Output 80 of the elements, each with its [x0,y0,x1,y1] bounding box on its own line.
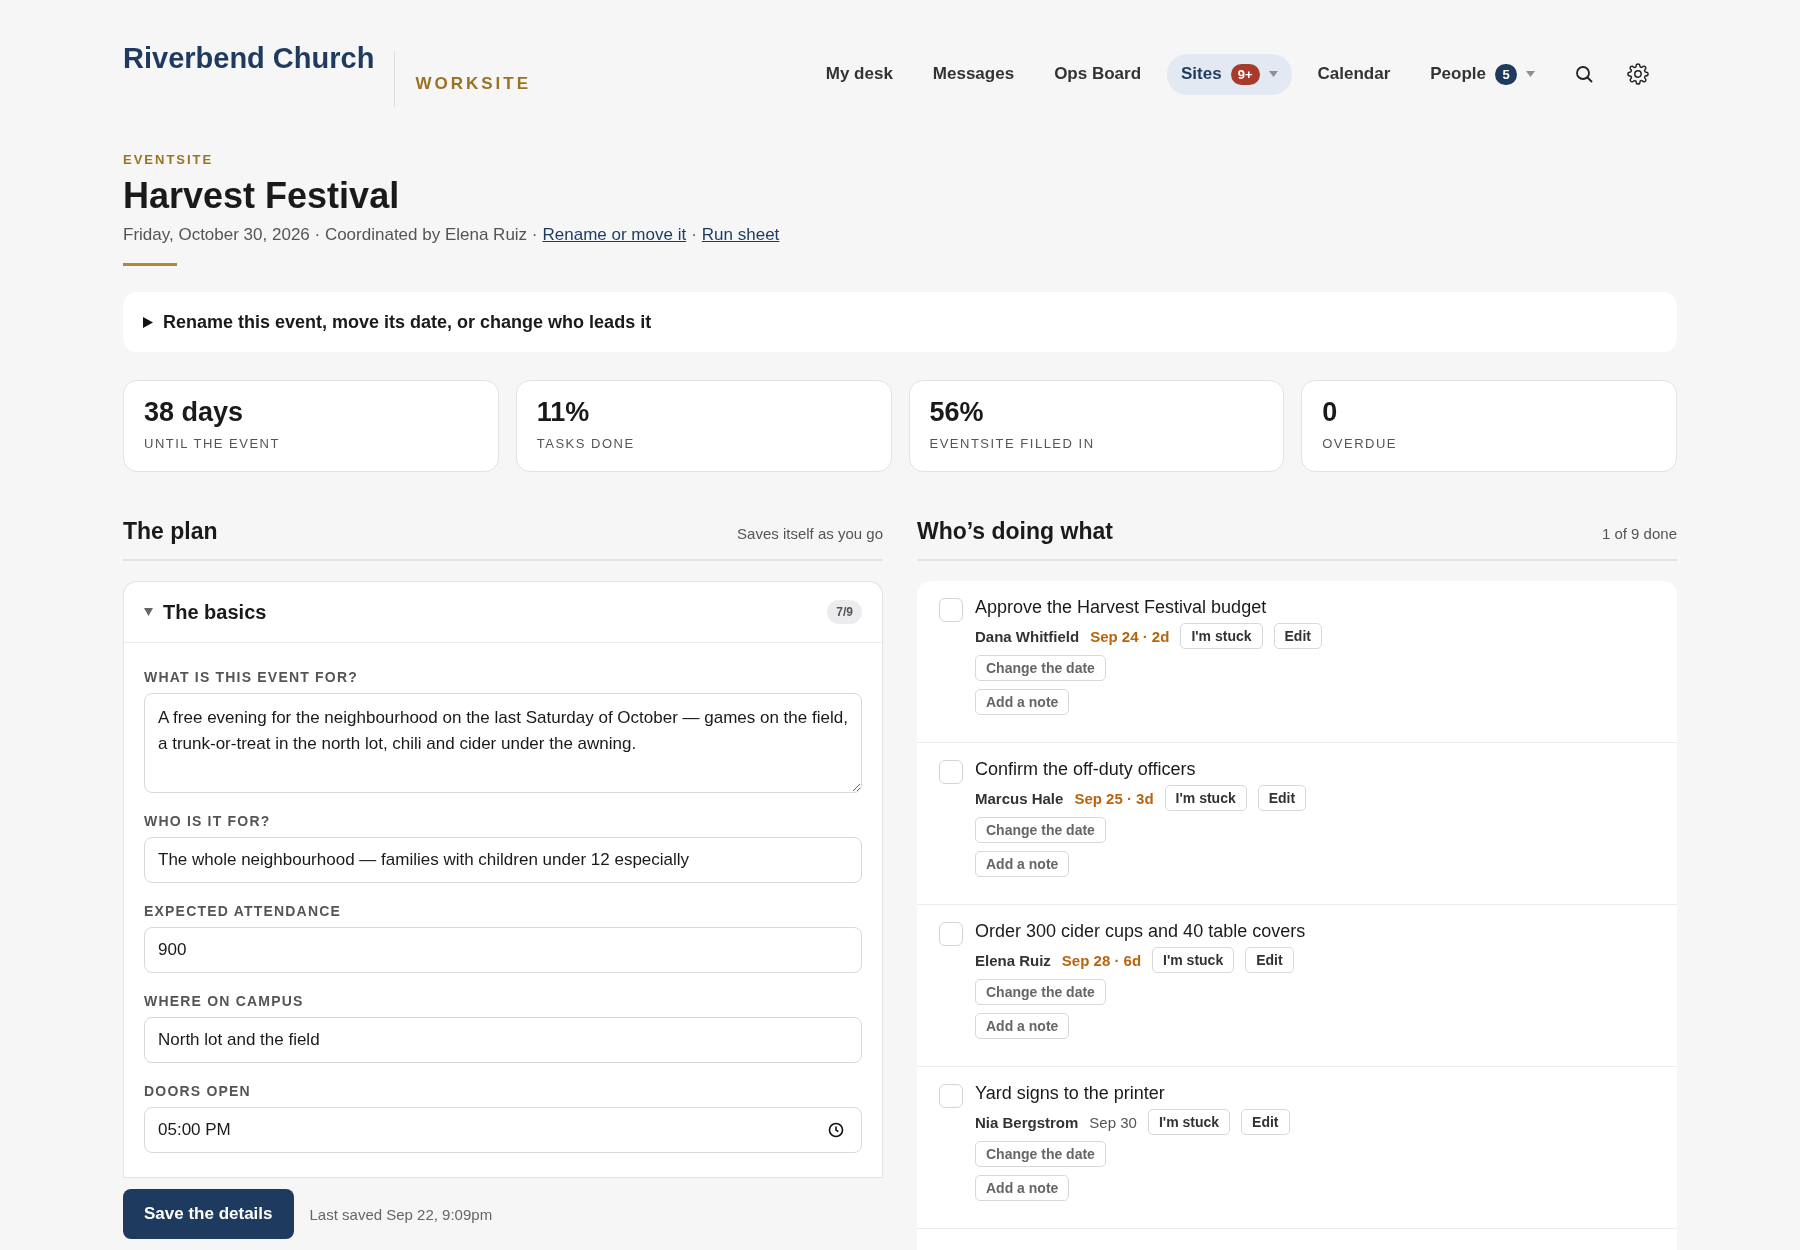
task-action-button[interactable]: I'm stuck [1180,623,1263,649]
task-action-button[interactable]: Edit [1245,947,1294,973]
page-title: Harvest Festival [123,175,401,217]
section-label: WORKSITE [415,74,531,94]
task-action-button[interactable]: Add a note [975,1013,1070,1039]
stat-label: TASKS DONE [536,436,636,451]
expand-icon [143,316,153,328]
task-action-button[interactable]: I'm stuck [1152,947,1235,973]
count-badge: 7/9 [827,600,862,624]
task-action-button[interactable]: Change the date [975,979,1106,1005]
task-owner: Dana Whitfield [975,627,1080,645]
stat-label: OVERDUE [1322,436,1399,451]
stat-value: 56% [929,397,985,428]
task-checkbox[interactable] [939,760,963,784]
due-date: Sep 24 · 2d [1090,627,1170,645]
rename-link[interactable]: Rename or move it [542,225,687,245]
task-action-button[interactable]: Add a note [975,851,1070,877]
task-action-button[interactable]: Change the date [975,1141,1106,1167]
due-date: Sep 28 · 6d [1061,951,1142,969]
task-owner: Elena Ruiz [975,951,1051,969]
progress-note: 1 of 9 done [1601,525,1677,542]
separator-dot: · [691,225,697,245]
due-date: Sep 25 · 3d [1074,789,1154,807]
input-field[interactable]: North lot and the field [144,1017,862,1063]
section-heading: Who’s doing what [917,518,1113,545]
task-title: Confirm the off-duty officers [975,759,1197,780]
task-action-button[interactable]: Change the date [975,655,1106,681]
nav-item[interactable]: Calendar [1303,54,1405,94]
save-button[interactable]: Save the details [123,1189,294,1239]
last-saved-note: Last saved Sep 22, 9:09pm [309,1205,493,1223]
basics-toggle[interactable]: The basics 7/9 [124,582,882,643]
task-checkbox[interactable] [939,922,963,946]
task-action-button[interactable]: I'm stuck [1164,785,1247,811]
purpose-textarea[interactable]: A free evening for the neighbourhood on the last Saturday of October — games on the field, a trunk-or-treat in the north lot, chili and cider under the awning. [144,693,862,793]
count-badge: 9+ [1230,63,1260,85]
field-label: DOORS OPEN [144,1083,252,1099]
autosave-note: Saves itself as you go [737,525,883,542]
due-date: Sep 30 [1089,1113,1137,1131]
stat-value: 38 days [144,397,245,428]
nav-item[interactable]: Ops Board [1040,54,1156,94]
page-eyebrow: EVENTSITE [123,152,215,167]
nav-item[interactable]: Sites 9+ [1167,53,1292,95]
collapse-icon [144,608,153,616]
field-label: WHERE ON CAMPUS [144,993,305,1009]
task-owner: Nia Bergstrom [975,1113,1079,1131]
task-action-button[interactable]: Change the date [975,817,1106,843]
count-badge: 5 [1495,63,1517,85]
task-action-button[interactable]: Edit [1273,623,1322,649]
task-checkbox[interactable] [939,1084,963,1108]
clock-icon [828,1122,844,1138]
event-details: Friday, October 30, 2026 · Coordinated by Elena Ruiz · [123,225,538,245]
search-icon [1575,65,1593,83]
nav-item[interactable]: People 5 [1416,53,1549,95]
stat-value: 11% [536,397,591,428]
run-sheet-link[interactable]: Run sheet [701,225,780,245]
task-action-button[interactable]: Edit [1257,785,1307,811]
field-label: WHO IS IT FOR? [144,813,272,829]
task-owner: Marcus Hale [975,789,1064,807]
task-action-button[interactable]: Add a note [975,689,1070,715]
input-field[interactable]: 900 [144,927,862,973]
stat-label: UNTIL THE EVENT [144,436,281,451]
task-title: Order 300 cider cups and 40 table covers [975,921,1306,942]
task-action-button[interactable]: Add a note [975,1175,1070,1201]
edit-event-disclosure[interactable]: Rename this event, move its date, or change who leads it [123,292,1677,352]
task-action-button[interactable]: I'm stuck [1147,1109,1231,1135]
settings-icon [1627,63,1649,85]
section-heading: The plan [123,518,218,545]
time-field[interactable]: 05:00 PM [144,1107,862,1153]
church-name[interactable]: Riverbend Church [123,42,375,75]
field-label: EXPECTED ATTENDANCE [144,903,343,919]
task-action-button[interactable]: Edit [1241,1109,1290,1135]
stat-label: EVENTSITE FILLED IN [929,436,1096,451]
stat-value: 0 [1322,397,1339,428]
field-label: WHAT IS THIS EVENT FOR? [144,669,359,685]
task-title: Approve the Harvest Festival budget [975,597,1268,618]
nav-item[interactable]: My desk [811,54,907,94]
task-checkbox[interactable] [939,598,963,622]
nav-item[interactable]: Messages [918,54,1029,94]
task-title: Yard signs to the printer [975,1083,1166,1104]
input-field[interactable]: The whole neighbourhood — families with children under 12 especially [144,837,862,883]
